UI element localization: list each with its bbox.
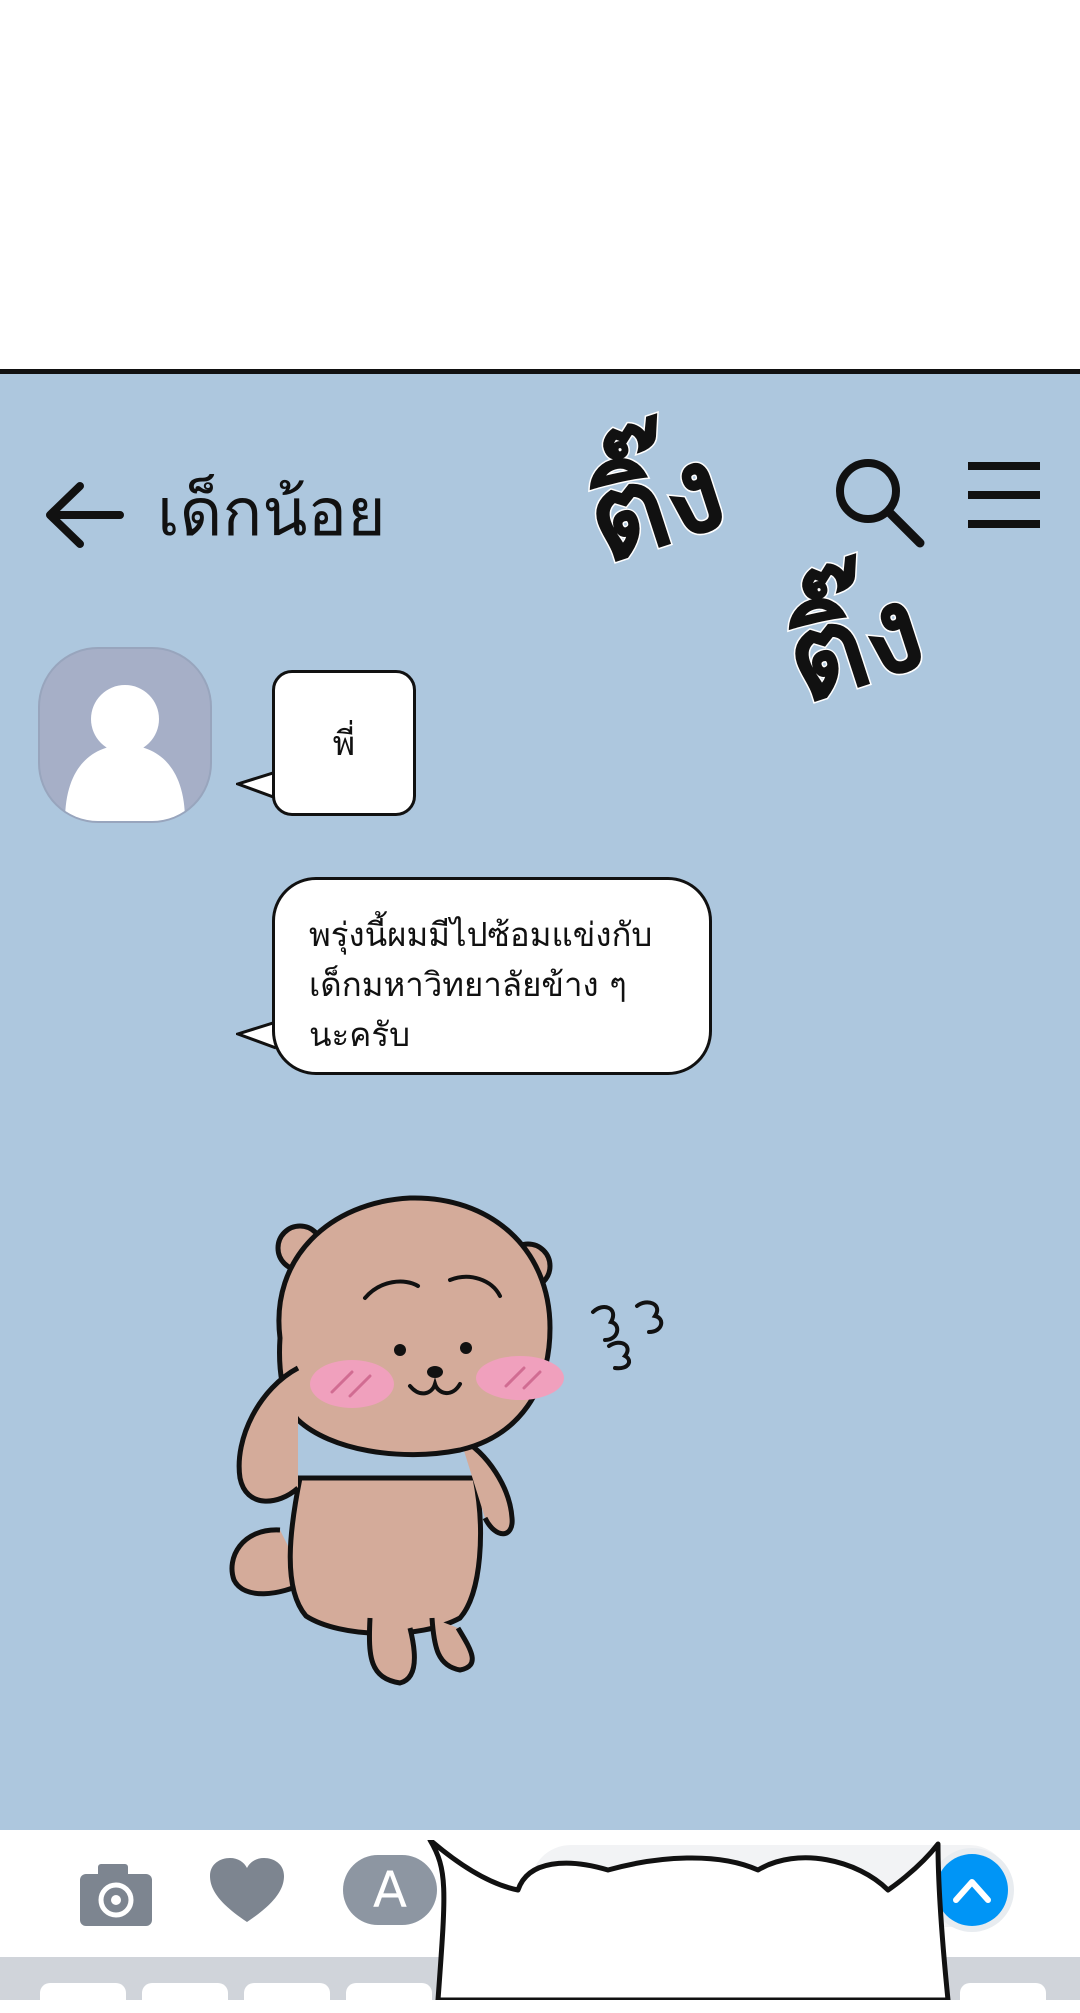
speech-burst-shape xyxy=(427,1840,951,2000)
message-text-line: เด็กมหาวิทยาลัยข้าง ๆ xyxy=(309,965,627,1004)
camera-icon[interactable] xyxy=(78,1862,154,1928)
message-bubble: พรุ่งนี้ผมมีไปซ้อมแข่งกับ เด็กมหาวิทยาลั… xyxy=(272,877,712,1075)
keyboard-key[interactable] xyxy=(244,1983,330,2013)
top-blank-area xyxy=(0,0,1080,370)
hamburger-menu-icon[interactable] xyxy=(966,460,1042,530)
heart-icon[interactable] xyxy=(208,1856,286,1926)
back-arrow-icon[interactable] xyxy=(40,470,130,560)
message-text: พี่ xyxy=(332,724,356,764)
bubble-tail xyxy=(236,1020,276,1050)
text-mode-label: A xyxy=(372,1861,408,1919)
message-text-line: นะครับ xyxy=(309,1015,411,1054)
chat-title: เด็กน้อย xyxy=(157,474,386,551)
squiggle-marks xyxy=(591,1300,664,1371)
bubble-tail xyxy=(236,770,276,800)
keyboard-key[interactable] xyxy=(40,1983,126,2013)
search-icon[interactable] xyxy=(832,455,926,549)
keyboard-key[interactable] xyxy=(142,1983,228,2013)
blushing-bear-sticker xyxy=(229,1195,564,1686)
message-bubble: พี่ xyxy=(272,670,416,816)
default-user-icon xyxy=(65,685,185,821)
contact-avatar[interactable] xyxy=(38,647,212,823)
message-text-line: พรุ่งนี้ผมมีไปซ้อมแข่งกับ xyxy=(309,915,653,954)
